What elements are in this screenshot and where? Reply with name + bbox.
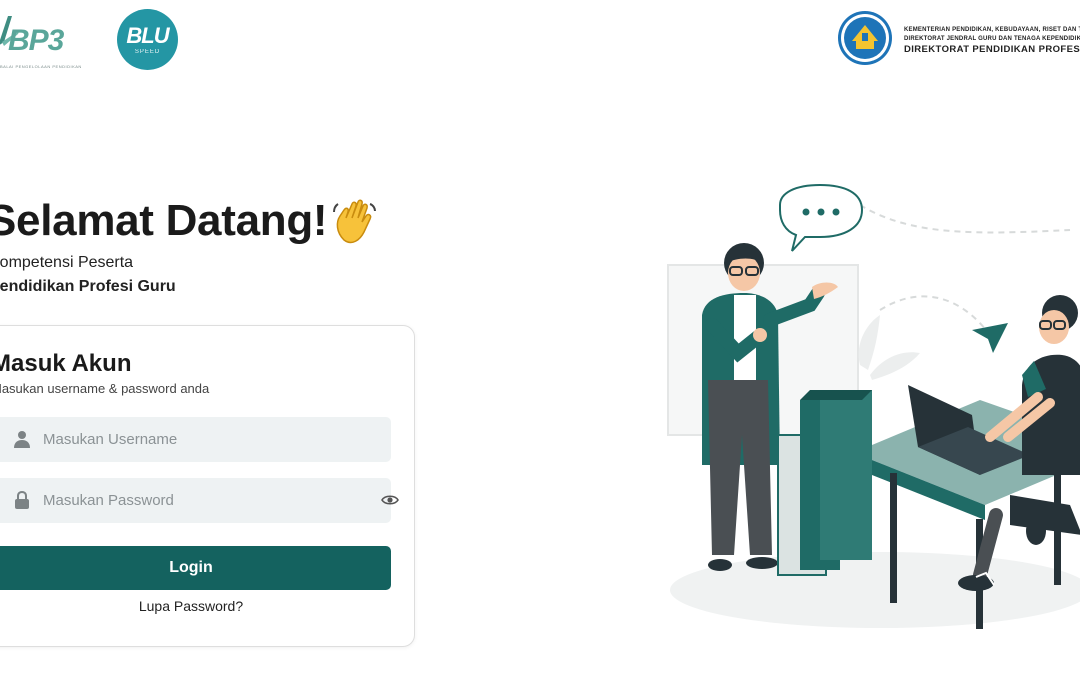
dashed-arc-top — [859, 204, 1071, 234]
subtitle-line-1: Kompetensi Peserta — [0, 254, 134, 271]
bp3-logo: BP3 BALAI PENGELOLAAN PENDIDIKAN — [0, 6, 84, 72]
ministry-name: KEMENTERIAN PENDIDIKAN, KEBUDAYAAN, RISE… — [904, 26, 1080, 55]
user-icon — [14, 431, 30, 448]
ministry-line-3: DIREKTORAT PENDIDIKAN PROFESI GURU — [904, 44, 1080, 55]
ministry-line-1: KEMENTERIAN PENDIDIKAN, KEBUDAYAAN, RISE… — [904, 27, 1080, 33]
eye-icon[interactable] — [381, 492, 399, 508]
username-input[interactable] — [43, 417, 353, 462]
speech-bubble-icon — [779, 183, 864, 252]
plant — [858, 315, 920, 380]
welcome-heading: Selamat Datang! — [0, 196, 328, 245]
ministry-line-2: DIREKTORAT JENDRAL GURU DAN TENAGA KEPEN… — [904, 36, 1080, 42]
blu-logo-subtext: SPEED — [134, 49, 161, 55]
waving-hand-icon — [333, 199, 376, 244]
username-field[interactable] — [0, 417, 391, 462]
lock-icon — [15, 491, 29, 509]
subtitle-line-2: Pendidikan Profesi Guru — [0, 278, 176, 295]
password-field[interactable] — [0, 478, 399, 523]
bp3-logo-subtext: BALAI PENGELOLAAN PENDIDIKAN — [0, 64, 82, 69]
teacher-student-illustration — [667, 183, 1080, 629]
paper-plane-icon — [972, 323, 1008, 353]
login-title: Masuk Akun — [0, 350, 132, 377]
forgot-password-link[interactable]: Lupa Password? — [0, 598, 391, 614]
blu-logo-text: BLU — [126, 23, 169, 48]
ministry-emblem-icon — [838, 11, 892, 65]
blu-logo: BLU SPEED — [117, 9, 178, 70]
login-card: Masuk Akun Masukan username & password a… — [0, 325, 415, 647]
password-input[interactable] — [43, 478, 353, 523]
login-subtitle: Masukan username & password anda — [0, 381, 210, 396]
dashed-arc-right — [879, 295, 991, 336]
bp3-logo-text: BP3 — [8, 24, 64, 57]
login-button[interactable]: Login — [0, 546, 391, 590]
